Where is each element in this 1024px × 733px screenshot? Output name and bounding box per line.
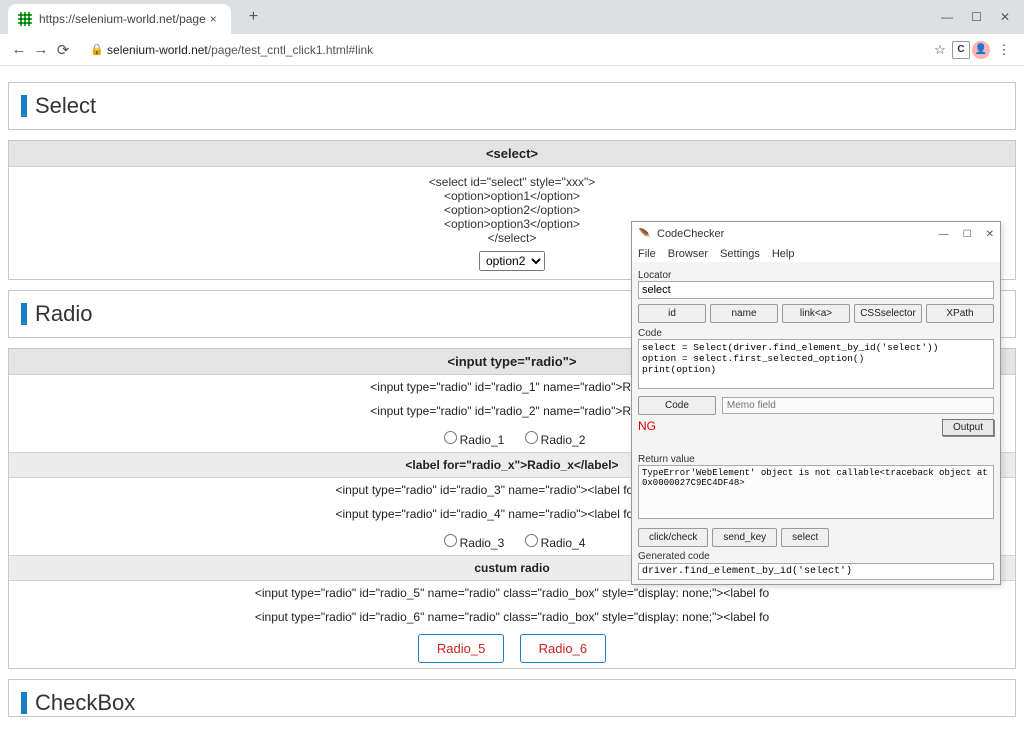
radio-2[interactable]: Radio_2 — [520, 433, 586, 447]
lock-icon: 🔒 — [90, 43, 104, 56]
tab-title: https://selenium-world.net/page — [39, 12, 206, 26]
select-dropdown[interactable]: option2 — [479, 251, 545, 271]
memo-field[interactable] — [722, 397, 994, 414]
return-label: Return value — [638, 454, 994, 465]
code-label: Code — [638, 328, 994, 339]
browser-tab[interactable]: https://selenium-world.net/page × — [8, 4, 231, 34]
radio-1-label: Radio_1 — [460, 433, 505, 447]
code-line: <option>option1</option> — [9, 189, 1015, 203]
star-icon[interactable]: ☆ — [930, 42, 950, 58]
checkbox-heading-text: CheckBox — [35, 690, 135, 716]
radio-2-label: Radio_2 — [541, 433, 586, 447]
menu-browser[interactable]: Browser — [668, 248, 708, 260]
output-row: NG Output — [638, 419, 994, 436]
checkbox-heading: CheckBox — [9, 680, 1015, 716]
app-minimize-icon[interactable]: — — [939, 229, 949, 240]
radio-5-button[interactable]: Radio_5 — [418, 634, 504, 663]
extension-icon[interactable]: C — [952, 41, 970, 59]
generated-code-box[interactable] — [638, 563, 994, 580]
app-icon: 🪶 — [638, 227, 652, 241]
link-button[interactable]: link<a> — [782, 304, 850, 323]
select-section-title: <select> — [9, 141, 1015, 167]
tab-favicon — [18, 12, 32, 26]
radio-2-input[interactable] — [525, 431, 538, 444]
close-tab-icon[interactable]: × — [206, 12, 221, 26]
sendkey-button[interactable]: send_key — [712, 528, 777, 547]
radio-1-input[interactable] — [444, 431, 457, 444]
url-host: selenium-world.net — [107, 43, 208, 57]
radio-3[interactable]: Radio_3 — [439, 536, 505, 550]
heading-stripe — [21, 303, 27, 325]
close-icon[interactable]: ✕ — [1000, 10, 1010, 24]
reload-icon[interactable]: ⟳ — [52, 41, 74, 59]
app-window-controls: — ☐ ✕ — [939, 229, 994, 240]
forward-icon[interactable]: → — [30, 41, 52, 58]
clickcheck-button[interactable]: click/check — [638, 528, 708, 547]
id-button[interactable]: id — [638, 304, 706, 323]
radio-3-label: Radio_3 — [460, 536, 505, 550]
code-action-row: Code — [638, 396, 994, 415]
radio-4-label: Radio_4 — [541, 536, 586, 550]
app-form: Locator id name link<a> CSSselector XPat… — [632, 262, 1000, 584]
code-line: <select id="select" style="xxx"> — [9, 175, 1015, 189]
select-heading-text: Select — [35, 93, 96, 119]
minimize-icon[interactable]: — — [941, 10, 953, 24]
select-card: Select — [8, 82, 1016, 130]
status-text: NG — [638, 419, 656, 433]
radio-heading-text: Radio — [35, 301, 92, 327]
code-line: <option>option2</option> — [9, 203, 1015, 217]
url-path: /page/test_cntl_click1.html#link — [208, 43, 373, 57]
custom-radio-row: Radio_5 Radio_6 — [9, 629, 1015, 668]
action-button-row: click/check send_key select — [638, 528, 994, 547]
profile-avatar[interactable]: 👤 — [972, 41, 990, 59]
back-icon[interactable]: ← — [8, 41, 30, 58]
code-textarea[interactable]: select = Select(driver.find_element_by_i… — [638, 339, 994, 389]
radio-4-input[interactable] — [525, 534, 538, 547]
app-title: CodeChecker — [657, 228, 724, 240]
code-line: <input type="radio" id="radio_6" name="r… — [9, 605, 1015, 629]
radio-4[interactable]: Radio_4 — [520, 536, 586, 550]
maximize-icon[interactable]: ☐ — [971, 10, 982, 24]
browser-toolbar: ← → ⟳ 🔒 selenium-world.net /page/test_cn… — [0, 34, 1024, 66]
window-controls: — ☐ ✕ — [941, 0, 1024, 34]
app-close-icon[interactable]: ✕ — [986, 229, 994, 240]
app-menubar: File Browser Settings Help — [632, 246, 1000, 262]
app-maximize-icon[interactable]: ☐ — [963, 229, 972, 240]
heading-stripe — [21, 95, 27, 117]
xpath-button[interactable]: XPath — [926, 304, 994, 323]
radio-3-input[interactable] — [444, 534, 457, 547]
select-heading: Select — [9, 83, 1015, 129]
checkbox-card: CheckBox — [8, 679, 1016, 717]
locator-input[interactable] — [638, 281, 994, 299]
locator-label: Locator — [638, 270, 994, 281]
return-value-box[interactable]: TypeError'WebElement' object is not call… — [638, 465, 994, 519]
css-button[interactable]: CSSselector — [854, 304, 922, 323]
output-button[interactable]: Output — [942, 419, 994, 436]
locator-button-row: id name link<a> CSSselector XPath — [638, 304, 994, 323]
app-titlebar[interactable]: 🪶 CodeChecker — ☐ ✕ — [632, 222, 1000, 246]
menu-help[interactable]: Help — [772, 248, 795, 260]
select-button[interactable]: select — [781, 528, 829, 547]
heading-stripe — [21, 692, 27, 714]
generated-label: Generated code — [638, 551, 994, 562]
radio-1[interactable]: Radio_1 — [439, 433, 505, 447]
radio-6-button[interactable]: Radio_6 — [520, 634, 606, 663]
address-bar[interactable]: 🔒 selenium-world.net /page/test_cntl_cli… — [80, 37, 922, 63]
browser-tab-strip: https://selenium-world.net/page × + — ☐ … — [0, 0, 1024, 34]
menu-icon[interactable]: ⋮ — [994, 42, 1014, 58]
menu-settings[interactable]: Settings — [720, 248, 760, 260]
codechecker-window[interactable]: 🪶 CodeChecker — ☐ ✕ File Browser Setting… — [631, 221, 1001, 585]
code-button[interactable]: Code — [638, 396, 716, 415]
menu-file[interactable]: File — [638, 248, 656, 260]
new-tab-button[interactable]: + — [241, 8, 266, 26]
name-button[interactable]: name — [710, 304, 778, 323]
